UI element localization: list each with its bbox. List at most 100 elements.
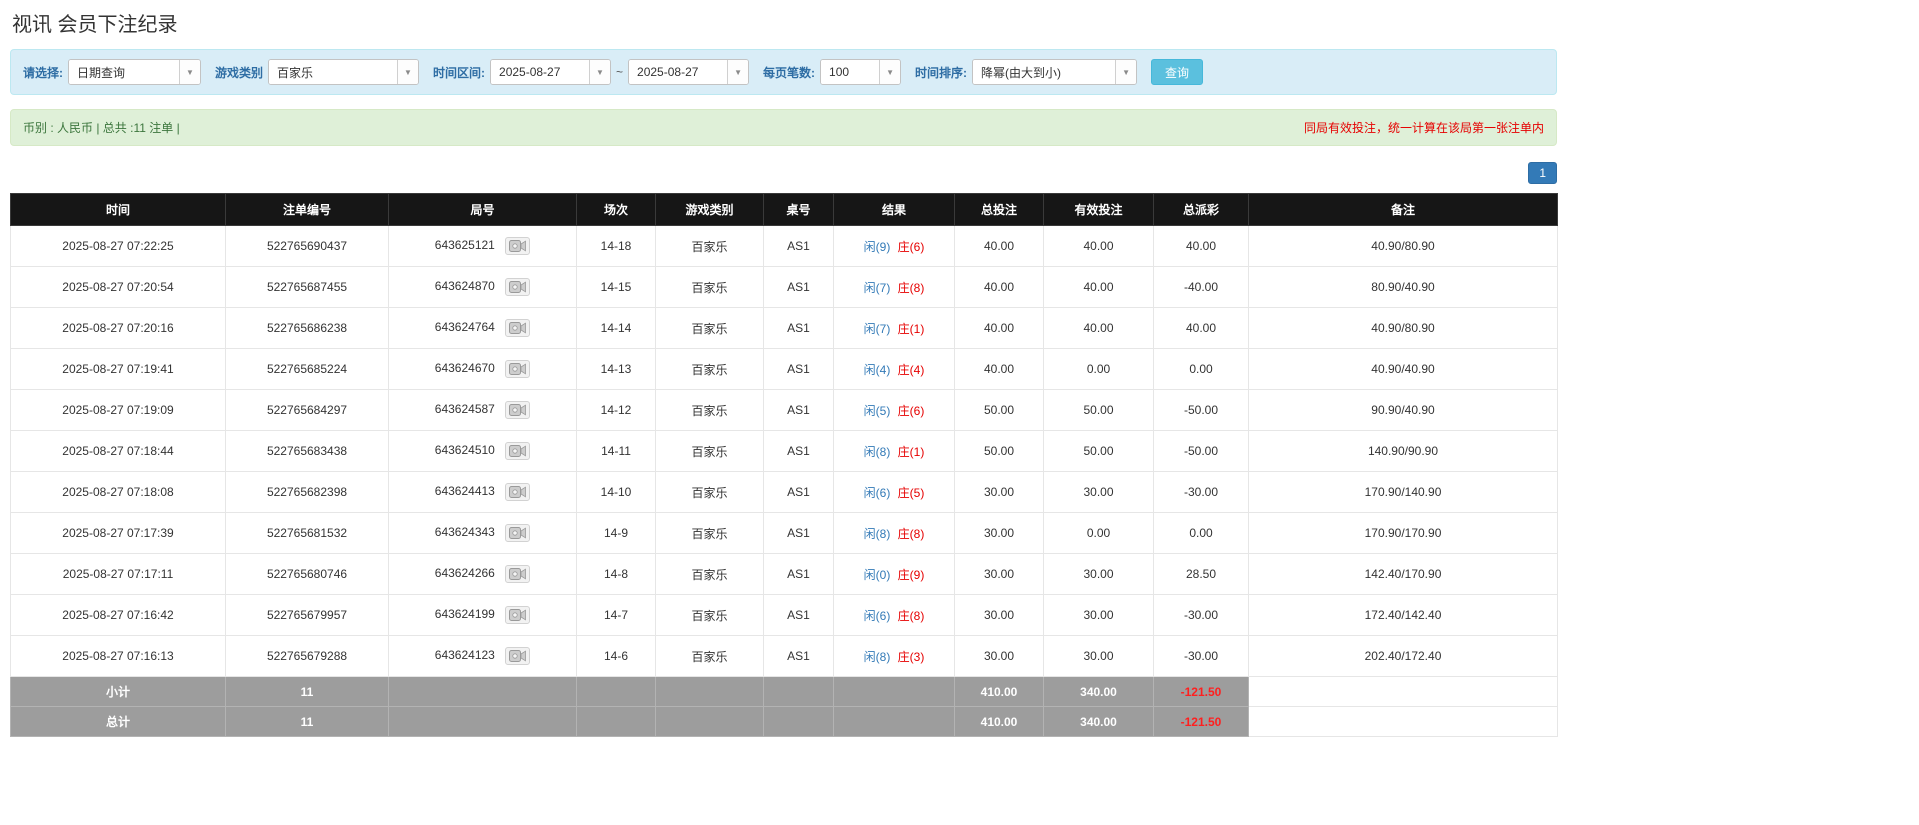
table-row: 2025-08-27 07:18:08 522765682398 6436244… [11, 472, 1558, 513]
header-note: 备注 [1249, 194, 1558, 226]
banker-result: 庄(8) [898, 609, 925, 623]
cell-total-bet[interactable]: 30.00 [955, 513, 1044, 554]
chevron-down-icon[interactable]: ▼ [397, 60, 418, 84]
header-game-type: 游戏类别 [656, 194, 764, 226]
cell-game-type: 百家乐 [656, 267, 764, 308]
empty-cell [764, 707, 834, 737]
cell-result: 闲(8) 庄(1) [834, 431, 955, 472]
cell-session: 14-12 [577, 390, 656, 431]
replay-video-icon[interactable] [505, 401, 530, 419]
filter-bar: 请选择: ▼ 游戏类别 ▼ 时间区间: ▼ ~ ▼ 每页笔数: ▼ 时间排序: … [10, 49, 1557, 95]
cell-round-id: 643624510 [389, 431, 577, 472]
empty-cell [834, 677, 955, 707]
grand-total-row: 总计 11 410.00 340.00 -121.50 [11, 707, 1558, 737]
round-id-text: 643624123 [435, 648, 495, 662]
replay-video-icon[interactable] [505, 360, 530, 378]
header-result: 结果 [834, 194, 955, 226]
cell-note: 90.90/40.90 [1249, 390, 1558, 431]
cell-result: 闲(6) 庄(8) [834, 595, 955, 636]
subtotal-total-bet: 410.00 [955, 677, 1044, 707]
header-session: 场次 [577, 194, 656, 226]
chevron-down-icon[interactable]: ▼ [589, 60, 610, 84]
header-time: 时间 [11, 194, 226, 226]
cell-total-bet[interactable]: 40.00 [955, 308, 1044, 349]
empty-cell [577, 677, 656, 707]
cell-payout: -30.00 [1154, 595, 1249, 636]
table-row: 2025-08-27 07:16:42 522765679957 6436241… [11, 595, 1558, 636]
search-button[interactable]: 查询 [1151, 59, 1203, 85]
cell-valid-bet: 30.00 [1044, 595, 1154, 636]
cell-total-bet[interactable]: 30.00 [955, 636, 1044, 677]
cell-valid-bet: 40.00 [1044, 267, 1154, 308]
page-1-button[interactable]: 1 [1528, 162, 1557, 184]
replay-video-icon[interactable] [505, 278, 530, 296]
replay-video-icon[interactable] [505, 237, 530, 255]
grand-total-count: 11 [226, 707, 389, 737]
cell-total-bet[interactable]: 30.00 [955, 472, 1044, 513]
empty-cell [1249, 707, 1558, 737]
banker-result: 庄(3) [898, 650, 925, 664]
cell-bet-id: 522765683438 [226, 431, 389, 472]
header-table-no: 桌号 [764, 194, 834, 226]
round-id-text: 643624413 [435, 484, 495, 498]
time-sort-input[interactable] [973, 60, 1115, 84]
round-id-text: 643624266 [435, 566, 495, 580]
cell-time: 2025-08-27 07:16:42 [11, 595, 226, 636]
game-type-input[interactable] [269, 60, 397, 84]
chevron-down-icon[interactable]: ▼ [727, 60, 748, 84]
grand-total-valid-bet: 340.00 [1044, 707, 1154, 737]
replay-video-icon[interactable] [505, 606, 530, 624]
cell-round-id: 643624764 [389, 308, 577, 349]
cell-note: 40.90/80.90 [1249, 226, 1558, 267]
chevron-down-icon[interactable]: ▼ [879, 60, 900, 84]
cell-table-no: AS1 [764, 554, 834, 595]
cell-bet-id: 522765685224 [226, 349, 389, 390]
replay-video-icon[interactable] [505, 483, 530, 501]
cell-valid-bet: 40.00 [1044, 308, 1154, 349]
replay-video-icon[interactable] [505, 442, 530, 460]
chevron-down-icon[interactable]: ▼ [1115, 60, 1136, 84]
date-range-label: 时间区间: [433, 64, 485, 81]
table-header-row: 时间 注单编号 局号 场次 游戏类别 桌号 结果 总投注 有效投注 总派彩 备注 [11, 194, 1558, 226]
valid-bet-note-text: 同局有效投注，统一计算在该局第一张注单内 [1304, 119, 1544, 136]
cell-note: 140.90/90.90 [1249, 431, 1558, 472]
cell-total-bet[interactable]: 50.00 [955, 431, 1044, 472]
cell-round-id: 643624670 [389, 349, 577, 390]
date-from-input[interactable] [491, 60, 589, 84]
per-page-input[interactable] [821, 60, 879, 84]
replay-video-icon[interactable] [505, 319, 530, 337]
date-to-input[interactable] [629, 60, 727, 84]
cell-payout: -40.00 [1154, 267, 1249, 308]
page-title: 视讯 会员下注纪录 [12, 8, 1557, 37]
cell-total-bet[interactable]: 30.00 [955, 554, 1044, 595]
empty-cell [1249, 677, 1558, 707]
chevron-down-icon[interactable]: ▼ [179, 60, 200, 84]
cell-table-no: AS1 [764, 308, 834, 349]
cell-valid-bet: 30.00 [1044, 472, 1154, 513]
replay-video-icon[interactable] [505, 524, 530, 542]
cell-payout: 40.00 [1154, 226, 1249, 267]
date-range-tilde: ~ [616, 65, 623, 79]
cell-total-bet[interactable]: 40.00 [955, 349, 1044, 390]
cell-bet-id: 522765690437 [226, 226, 389, 267]
time-sort-combobox: ▼ [972, 59, 1137, 85]
cell-session: 14-8 [577, 554, 656, 595]
cell-note: 172.40/142.40 [1249, 595, 1558, 636]
banker-result: 庄(6) [898, 240, 925, 254]
cell-time: 2025-08-27 07:16:13 [11, 636, 226, 677]
cell-result: 闲(0) 庄(9) [834, 554, 955, 595]
cell-time: 2025-08-27 07:20:54 [11, 267, 226, 308]
replay-video-icon[interactable] [505, 647, 530, 665]
cell-session: 14-13 [577, 349, 656, 390]
cell-time: 2025-08-27 07:22:25 [11, 226, 226, 267]
query-type-input[interactable] [69, 60, 179, 84]
cell-total-bet[interactable]: 40.00 [955, 226, 1044, 267]
subtotal-payout: -121.50 [1154, 677, 1249, 707]
empty-cell [764, 677, 834, 707]
replay-video-icon[interactable] [505, 565, 530, 583]
table-row: 2025-08-27 07:20:54 522765687455 6436248… [11, 267, 1558, 308]
header-valid-bet: 有效投注 [1044, 194, 1154, 226]
cell-total-bet[interactable]: 50.00 [955, 390, 1044, 431]
cell-total-bet[interactable]: 30.00 [955, 595, 1044, 636]
cell-total-bet[interactable]: 40.00 [955, 267, 1044, 308]
